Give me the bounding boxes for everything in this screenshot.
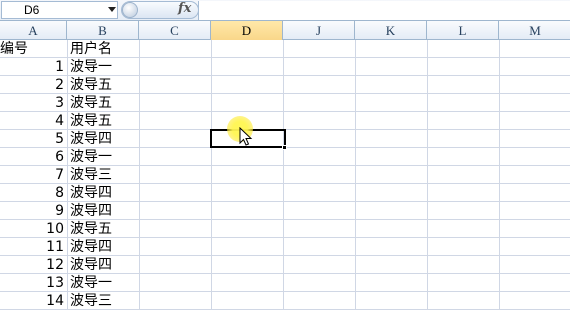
cell-id[interactable]: 14 — [0, 292, 64, 310]
cell-username[interactable]: 波导四 — [70, 130, 138, 148]
cell-id[interactable]: 13 — [0, 274, 64, 292]
column-header-m[interactable]: M — [499, 21, 570, 40]
cell-username[interactable]: 波导四 — [70, 202, 138, 220]
cell-username[interactable]: 波导五 — [70, 76, 138, 94]
grid-line — [211, 40, 212, 310]
formula-input[interactable] — [199, 1, 570, 20]
column-header-j[interactable]: J — [283, 21, 355, 40]
cell-a-header[interactable]: 编号 — [0, 40, 66, 58]
cell-id[interactable]: 7 — [0, 166, 64, 184]
cell-username[interactable]: 波导一 — [70, 58, 138, 76]
grid-line — [499, 40, 500, 310]
cell-username[interactable]: 波导五 — [70, 112, 138, 130]
cell-username[interactable]: 波导四 — [70, 238, 138, 256]
cell-id[interactable]: 11 — [0, 238, 64, 256]
name-box-dropdown-icon[interactable] — [108, 7, 116, 12]
cell-id[interactable]: 1 — [0, 58, 64, 76]
grid-line — [427, 40, 428, 310]
cell-id[interactable]: 12 — [0, 256, 64, 274]
cell-id[interactable]: 4 — [0, 112, 64, 130]
insert-function-button[interactable]: fx — [178, 0, 191, 18]
cell-username[interactable]: 波导五 — [70, 94, 138, 112]
grid-line — [67, 40, 68, 310]
cell-id[interactable]: 6 — [0, 148, 64, 166]
knob-icon — [122, 2, 138, 18]
column-header-b[interactable]: B — [67, 21, 139, 40]
cell-b-header[interactable]: 用户名 — [70, 40, 138, 58]
cell-username[interactable]: 波导三 — [70, 166, 138, 184]
cell-id[interactable]: 3 — [0, 94, 64, 112]
cell-username[interactable]: 波导五 — [70, 220, 138, 238]
cell-username[interactable]: 波导四 — [70, 256, 138, 274]
cell-username[interactable]: 波导四 — [70, 184, 138, 202]
mouse-pointer-icon — [239, 127, 253, 146]
column-header-a[interactable]: A — [0, 21, 67, 40]
grid-line — [139, 40, 140, 310]
cell-id[interactable]: 8 — [0, 184, 64, 202]
worksheet-grid[interactable]: 编号 用户名 1 波导一 2 波导五 3 波导五 4 波导五 5 波导四 6 波… — [0, 40, 570, 310]
name-box[interactable]: D6 — [1, 1, 118, 19]
cell-username[interactable]: 波导一 — [70, 148, 138, 166]
fill-handle[interactable] — [282, 145, 287, 150]
cell-username[interactable]: 波导三 — [70, 292, 138, 310]
cell-username[interactable]: 波导一 — [70, 274, 138, 292]
column-header-d[interactable]: D — [211, 21, 283, 40]
column-header-l[interactable]: L — [427, 21, 499, 40]
column-header-c[interactable]: C — [139, 21, 211, 40]
cell-id[interactable]: 5 — [0, 130, 64, 148]
column-header-k[interactable]: K — [355, 21, 427, 40]
grid-line — [355, 40, 356, 310]
cell-id[interactable]: 9 — [0, 202, 64, 220]
grid-line — [283, 40, 284, 310]
formula-bar: D6 fx — [0, 0, 570, 21]
cell-id[interactable]: 2 — [0, 76, 64, 94]
column-header-row: A B C D J K L M — [0, 21, 570, 40]
cell-id[interactable]: 10 — [0, 220, 64, 238]
